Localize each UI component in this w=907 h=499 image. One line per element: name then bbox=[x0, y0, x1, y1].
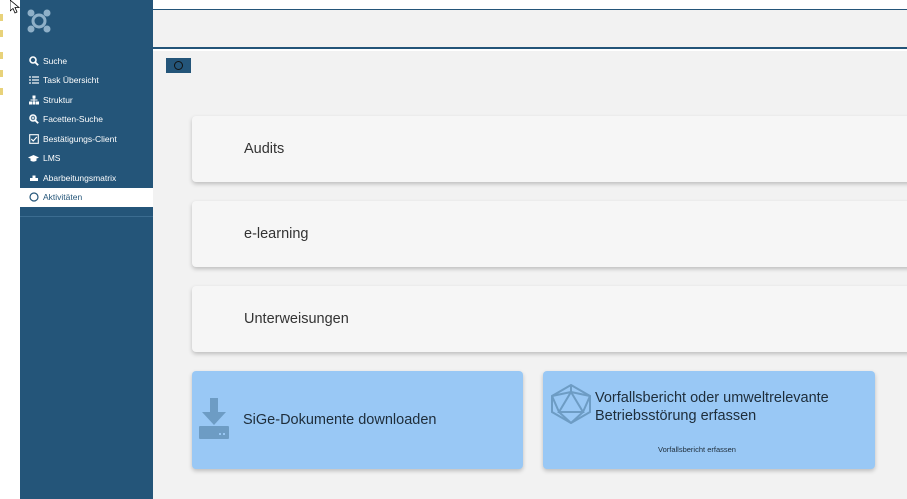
edge-marker bbox=[0, 52, 3, 59]
edge-marker bbox=[0, 14, 3, 21]
sidebar-item-lms[interactable]: LMS bbox=[20, 149, 153, 169]
task-list-icon bbox=[28, 75, 39, 86]
card-e-learning[interactable]: e-learning bbox=[192, 201, 907, 267]
tile-subtitle: Vorfallsbericht erfassen bbox=[658, 445, 736, 454]
matrix-icon bbox=[28, 172, 39, 183]
card-audits[interactable]: Audits bbox=[192, 116, 907, 182]
sidebar-item-task-uebersicht[interactable]: Task Übersicht bbox=[20, 71, 153, 91]
sidebar-item-abarbeitungsmatrix[interactable]: Abarbeitungsmatrix bbox=[20, 168, 153, 188]
edge-marker bbox=[0, 88, 3, 95]
tile-vorfallsbericht[interactable]: Vorfallsbericht oder umweltrelevante Bet… bbox=[543, 371, 875, 469]
sidebar-item-aktivitaeten[interactable]: Aktivitäten bbox=[20, 187, 153, 207]
sitemap-icon bbox=[28, 94, 39, 105]
sidebar-item-struktur[interactable]: Struktur bbox=[20, 90, 153, 110]
tile-title-line-1: Vorfallsbericht oder umweltrelevante bbox=[595, 390, 829, 406]
sidebar-item-label: Aktivitäten bbox=[43, 192, 83, 203]
card-label: Audits bbox=[244, 141, 285, 157]
edge-marker bbox=[0, 70, 3, 77]
app-root: Suche Task Übersicht Struktur Facetten-S… bbox=[0, 0, 907, 499]
top-bar bbox=[153, 9, 907, 49]
sidebar-item-label: Struktur bbox=[43, 94, 73, 105]
polyhedron-icon bbox=[550, 383, 592, 425]
sidebar-item-label: LMS bbox=[43, 153, 61, 164]
sidebar-toggle-button[interactable] bbox=[166, 58, 191, 73]
card-label: Unterweisungen bbox=[244, 311, 349, 327]
circle-toggle-icon bbox=[174, 61, 183, 70]
edge-marker bbox=[0, 30, 3, 37]
card-label: e-learning bbox=[244, 226, 309, 242]
sidebar-item-facetten-suche[interactable]: Facetten-Suche bbox=[20, 110, 153, 130]
search-icon bbox=[28, 55, 39, 66]
sidebar-menu: Suche Task Übersicht Struktur Facetten-S… bbox=[20, 51, 153, 207]
sidebar: Suche Task Übersicht Struktur Facetten-S… bbox=[20, 0, 153, 499]
sidebar-item-label: Abarbeitungsmatrix bbox=[43, 172, 117, 183]
graduation-cap-icon bbox=[28, 153, 39, 164]
main-content: Audits e-learning Unterweisungen SiGe-Do… bbox=[153, 51, 907, 499]
mouse-cursor-icon bbox=[9, 0, 22, 14]
sidebar-item-suche[interactable]: Suche bbox=[20, 51, 153, 71]
download-icon bbox=[199, 398, 229, 440]
sidebar-divider bbox=[20, 216, 153, 217]
sidebar-item-label: Task Übersicht bbox=[43, 75, 99, 86]
sidebar-item-bestaetigungs-client[interactable]: Bestätigungs-Client bbox=[20, 129, 153, 149]
search-plus-icon bbox=[28, 114, 39, 125]
sidebar-item-label: Facetten-Suche bbox=[43, 114, 104, 125]
tile-title-line-2: Betriebsstörung erfassen bbox=[595, 408, 757, 424]
left-edge-strip bbox=[0, 0, 20, 499]
sidebar-item-label: Suche bbox=[43, 55, 68, 66]
check-square-icon bbox=[28, 133, 39, 144]
tile-title: SiGe-Dokumente downloaden bbox=[243, 412, 437, 428]
sidebar-item-label: Bestätigungs-Client bbox=[43, 133, 117, 144]
circle-icon bbox=[28, 192, 39, 203]
card-unterweisungen[interactable]: Unterweisungen bbox=[192, 286, 907, 352]
tile-sige-dokumente-download[interactable]: SiGe-Dokumente downloaden bbox=[192, 371, 523, 469]
app-logo-icon[interactable] bbox=[26, 8, 52, 34]
